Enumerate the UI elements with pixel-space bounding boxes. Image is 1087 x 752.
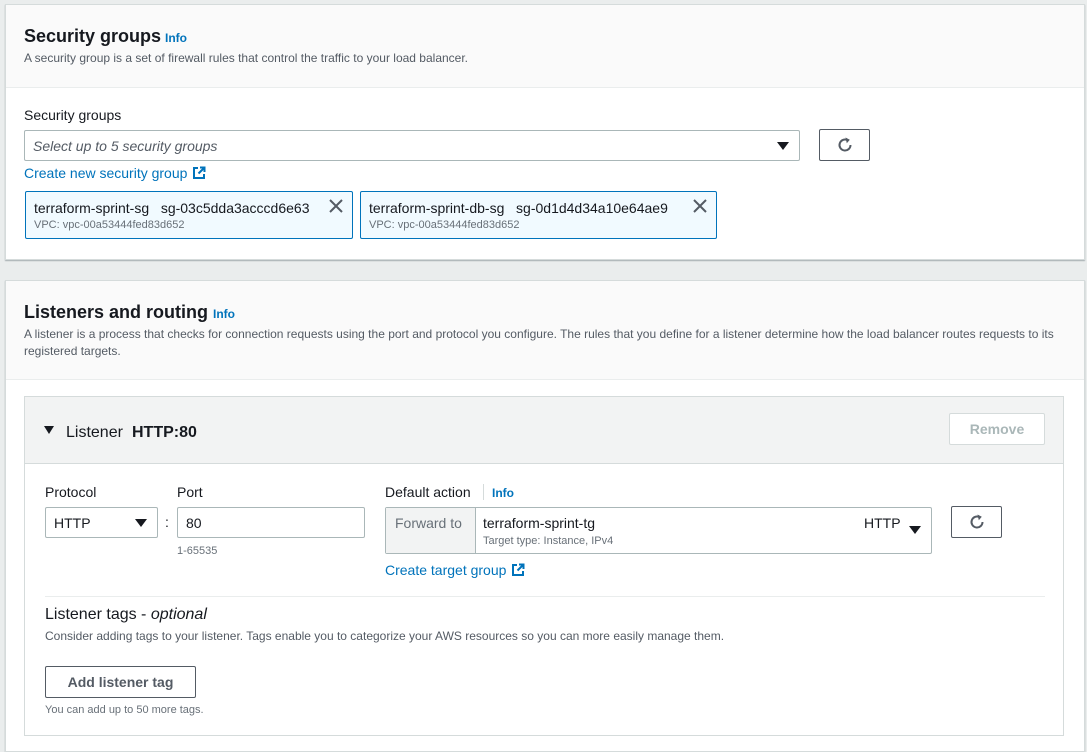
create-security-group-link[interactable]: Create new security group xyxy=(24,165,206,181)
listener-tags-hint: You can add up to 50 more tags. xyxy=(45,704,204,716)
security-groups-field-label: Security groups xyxy=(24,107,122,123)
external-link-icon xyxy=(193,166,206,179)
default-action-label: Default action xyxy=(385,484,471,500)
target-group-name: terraform-sprint-tg xyxy=(483,515,596,531)
caret-down-icon[interactable] xyxy=(44,426,54,434)
port-label: Port xyxy=(177,484,203,500)
refresh-icon xyxy=(838,137,852,152)
token-id: sg-03c5dda3acccd6e63 xyxy=(160,200,310,216)
refresh-icon xyxy=(970,514,984,529)
security-groups-header: Security groups Info A security group is… xyxy=(6,5,1084,88)
token-vpc: VPC: vpc-00a53444fed83d652 xyxy=(369,219,520,231)
listeners-routing-title: Listeners and routing xyxy=(24,302,209,322)
security-groups-title: Security groups xyxy=(24,26,162,46)
listener-container: Listener HTTP:80 Remove Protocol HTTP : … xyxy=(24,396,1064,736)
forward-to-label: Forward to xyxy=(395,515,462,531)
refresh-security-groups-button[interactable] xyxy=(819,129,870,161)
protocol-port-separator: : xyxy=(165,514,169,530)
token-vpc: VPC: vpc-00a53444fed83d652 xyxy=(34,219,185,231)
security-group-token: terraform-sprint-db-sg sg-0d1d4d34a10e64… xyxy=(360,191,717,239)
chevron-down-icon xyxy=(777,142,789,150)
protocol-label: Protocol xyxy=(45,484,97,500)
listeners-routing-panel: Listeners and routing Info A listener is… xyxy=(5,280,1085,752)
listener-header[interactable]: Listener HTTP:80 Remove xyxy=(25,397,1063,464)
refresh-target-groups-button[interactable] xyxy=(951,506,1002,538)
security-groups-select[interactable]: Select up to 5 security groups xyxy=(24,130,800,161)
security-groups-placeholder: Select up to 5 security groups xyxy=(33,138,218,154)
add-listener-tag-button[interactable]: Add listener tag xyxy=(45,666,196,698)
target-group-protocol: HTTP xyxy=(864,515,901,531)
token-id: sg-0d1d4d34a10e64ae9 xyxy=(516,200,668,216)
remove-listener-button[interactable]: Remove xyxy=(949,413,1045,445)
listeners-routing-description: A listener is a process that checks for … xyxy=(24,327,1054,358)
chevron-down-icon xyxy=(909,526,921,534)
default-action-info-link[interactable]: Info xyxy=(492,486,514,500)
target-group-meta: Target type: Instance, IPv4 xyxy=(483,535,614,547)
default-action-divider xyxy=(483,484,484,500)
listener-label: Listener xyxy=(66,424,123,441)
listener-name: HTTP:80 xyxy=(132,424,197,441)
listener-tags-title: Listener tags - optional xyxy=(45,606,207,623)
forward-to-addon: Forward to xyxy=(386,508,476,553)
token-name: terraform-sprint-db-sg sg-0d1d4d34a10e64… xyxy=(369,200,668,216)
external-link-icon xyxy=(512,563,525,576)
listeners-routing-header: Listeners and routing Info A listener is… xyxy=(6,281,1084,380)
protocol-value: HTTP xyxy=(54,515,91,531)
close-icon[interactable] xyxy=(328,198,344,214)
security-groups-info-link[interactable]: Info xyxy=(165,31,187,45)
create-target-group-label: Create target group xyxy=(385,562,507,578)
security-groups-description: A security group is a set of firewall ru… xyxy=(24,51,469,65)
close-icon[interactable] xyxy=(692,198,708,214)
chevron-down-icon xyxy=(135,519,147,527)
listeners-routing-info-link[interactable]: Info xyxy=(213,307,235,321)
optional-label: optional xyxy=(150,606,207,623)
security-group-token: terraform-sprint-sg sg-03c5dda3acccd6e63… xyxy=(25,191,353,239)
security-groups-panel: Security groups Info A security group is… xyxy=(5,4,1085,260)
listener-tags-description: Consider adding tags to your listener. T… xyxy=(45,629,725,643)
token-name: terraform-sprint-sg sg-03c5dda3acccd6e63 xyxy=(34,200,310,216)
create-target-group-link[interactable]: Create target group xyxy=(385,562,525,578)
protocol-select[interactable]: HTTP xyxy=(45,507,158,538)
default-action-select[interactable]: Forward to terraform-sprint-tg Target ty… xyxy=(385,507,932,554)
create-security-group-label: Create new security group xyxy=(24,165,188,181)
listener-divider xyxy=(45,596,1045,597)
port-input[interactable] xyxy=(177,507,365,538)
port-hint: 1-65535 xyxy=(177,545,218,557)
